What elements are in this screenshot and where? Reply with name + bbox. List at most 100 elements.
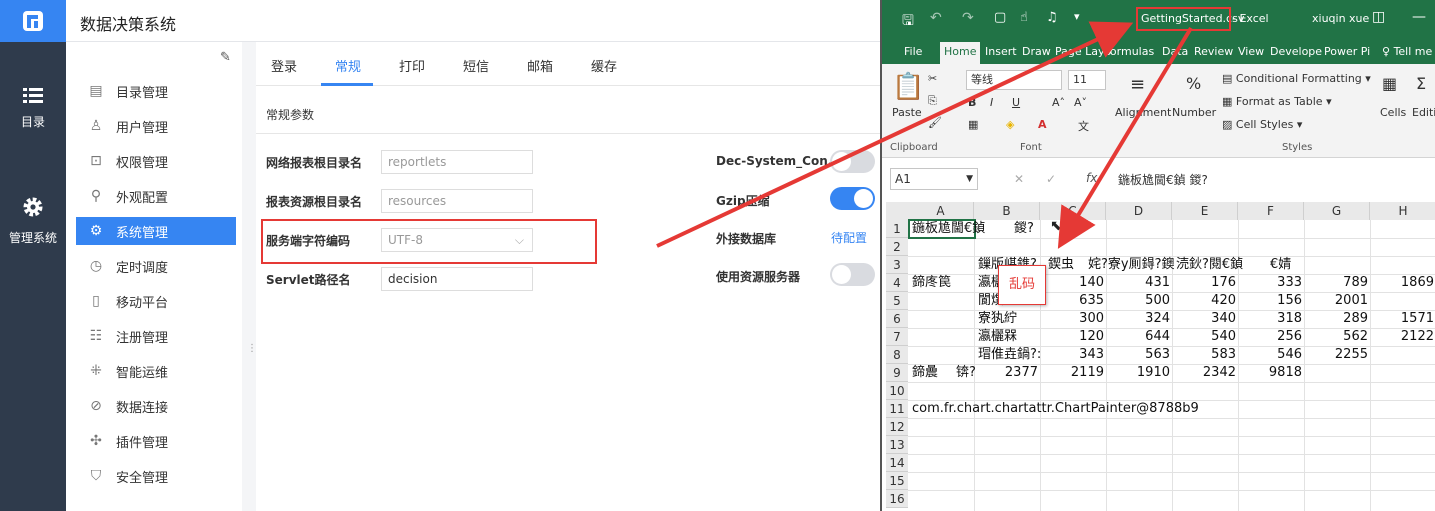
report-root-input[interactable]: reportlets bbox=[381, 150, 533, 174]
column-header[interactable]: E bbox=[1172, 202, 1238, 220]
cell-B5[interactable]: 閬熼 bbox=[978, 292, 1004, 310]
column-header[interactable]: F bbox=[1238, 202, 1304, 220]
ribbon-tab-insert[interactable]: Insert bbox=[985, 45, 1017, 58]
paste-icon[interactable]: 📋 bbox=[892, 72, 924, 102]
redo-icon[interactable]: ↷ bbox=[962, 10, 974, 26]
servlet-path-input[interactable]: decision bbox=[381, 267, 533, 291]
ribbon-tab-draw[interactable]: Draw bbox=[1022, 45, 1051, 58]
cells-button[interactable]: Cells bbox=[1380, 106, 1406, 119]
sidebar-item-mobile[interactable]: ▯ 移动平台 bbox=[76, 287, 236, 315]
cell-D4[interactable]: 431 bbox=[1106, 274, 1170, 292]
cell-E4[interactable]: 176 bbox=[1172, 274, 1236, 292]
cancel-icon[interactable]: ✕ bbox=[1014, 172, 1024, 186]
column-header[interactable]: D bbox=[1106, 202, 1172, 220]
number-button[interactable]: Number bbox=[1172, 106, 1216, 119]
cell-F9[interactable]: 9818 bbox=[1238, 364, 1302, 382]
cell-G5[interactable]: 2001 bbox=[1304, 292, 1368, 310]
sidebar-item-permissions[interactable]: ⊡ 权限管理 bbox=[76, 147, 236, 175]
external-db-configure-link[interactable]: 待配置 bbox=[831, 229, 867, 246]
tab-cache[interactable]: 缓存 bbox=[591, 56, 617, 75]
editing-button[interactable]: Editi bbox=[1412, 106, 1435, 119]
paste-button[interactable]: Paste bbox=[892, 106, 922, 119]
tab-login[interactable]: 登录 bbox=[271, 56, 297, 75]
format-painter-icon[interactable]: 🖌 bbox=[928, 116, 942, 129]
italic-icon[interactable]: I bbox=[990, 96, 993, 109]
cell-F4[interactable]: 333 bbox=[1238, 274, 1302, 292]
row-header[interactable]: 4 bbox=[886, 274, 908, 292]
cell-C7[interactable]: 120 bbox=[1040, 328, 1104, 346]
cell-B9[interactable]: 2377 bbox=[974, 364, 1038, 382]
cell-A1[interactable]: 鍦板尯閫€鍞 bbox=[912, 220, 985, 238]
cell-H4[interactable]: 1869 bbox=[1370, 274, 1434, 292]
cell-A4[interactable]: 鍗庝笢 bbox=[912, 274, 951, 292]
sidebar-item-system[interactable]: ⚙ 系统管理 bbox=[76, 217, 236, 245]
cell-styles-button[interactable]: ▨ Cell Styles ▾ bbox=[1222, 118, 1302, 131]
bold-icon[interactable]: B bbox=[968, 96, 976, 109]
minimize-icon[interactable]: — bbox=[1412, 9, 1426, 25]
sidebar-item-data-connection[interactable]: ⊘ 数据连接 bbox=[76, 392, 236, 420]
rail-item-management[interactable]: 管理系统 bbox=[0, 196, 66, 246]
increase-font-icon[interactable]: A˄ bbox=[1052, 96, 1065, 109]
cell-E7[interactable]: 540 bbox=[1172, 328, 1236, 346]
cell-B3[interactable]: 鏁版嵁鐎? bbox=[978, 256, 1037, 274]
cell-B4[interactable]: 瀛欐 bbox=[978, 274, 1004, 292]
ribbon-tab-home[interactable]: Home bbox=[940, 42, 981, 64]
row-header[interactable]: 3 bbox=[886, 256, 908, 274]
resource-server-toggle[interactable] bbox=[830, 263, 875, 286]
sidebar-item-register[interactable]: ☷ 注册管理 bbox=[76, 322, 236, 350]
ribbon-tab-data[interactable]: Data bbox=[1162, 45, 1188, 58]
touch-mode-icon[interactable]: ☝ bbox=[1020, 10, 1028, 25]
cells-icon[interactable]: ▦ bbox=[1382, 74, 1397, 93]
app-logo[interactable] bbox=[0, 0, 66, 42]
fill-color-icon[interactable]: ◈ bbox=[1006, 118, 1014, 131]
sidebar-item-security[interactable]: ⛉ 安全管理 bbox=[76, 462, 236, 490]
cell-E9[interactable]: 2342 bbox=[1172, 364, 1236, 382]
ribbon-tab-developer[interactable]: Develope bbox=[1270, 45, 1322, 58]
pin-icon[interactable]: ✎ bbox=[220, 50, 231, 65]
cell-E8[interactable]: 583 bbox=[1172, 346, 1236, 364]
row-header[interactable]: 10 bbox=[886, 382, 908, 400]
cell-C3[interactable]: 鍥虫 bbox=[1048, 256, 1074, 274]
phonetic-icon[interactable]: 文 bbox=[1078, 118, 1089, 134]
formula-input[interactable]: 鍦板尯閫€鍞 鍐? bbox=[1118, 171, 1208, 188]
format-as-table-button[interactable]: ▦ Format as Table ▾ bbox=[1222, 95, 1332, 108]
decrease-font-icon[interactable]: A˅ bbox=[1074, 96, 1087, 109]
ribbon-tab-review[interactable]: Review bbox=[1194, 45, 1233, 58]
cell-B7[interactable]: 瀛欐槑 bbox=[978, 328, 1017, 346]
ribbon-tab-tell-me[interactable]: ♀ Tell me bbox=[1382, 45, 1432, 58]
alignment-button[interactable]: Alignment bbox=[1115, 106, 1171, 119]
cell-C5[interactable]: 635 bbox=[1040, 292, 1104, 310]
column-header[interactable]: H bbox=[1370, 202, 1435, 220]
column-header[interactable]: B bbox=[974, 202, 1040, 220]
cell-D5[interactable]: 500 bbox=[1106, 292, 1170, 310]
cell-E6[interactable]: 340 bbox=[1172, 310, 1236, 328]
cell-F5[interactable]: 156 bbox=[1238, 292, 1302, 310]
cell-B6[interactable]: 寮犱紵 bbox=[978, 310, 1017, 328]
row-header[interactable]: 6 bbox=[886, 310, 908, 328]
cell-C6[interactable]: 300 bbox=[1040, 310, 1104, 328]
conditional-formatting-button[interactable]: ▤ Conditional Formatting ▾ bbox=[1222, 72, 1371, 85]
row-header[interactable]: 12 bbox=[886, 418, 908, 436]
font-color-icon[interactable]: A bbox=[1038, 118, 1047, 131]
dec-system-toggle[interactable] bbox=[830, 150, 875, 173]
cell-C9[interactable]: 2119 bbox=[1040, 364, 1104, 382]
copy-icon[interactable]: ⎘ bbox=[928, 94, 937, 108]
row-header[interactable]: 13 bbox=[886, 436, 908, 454]
ribbon-display-icon[interactable]: ◫ bbox=[1372, 9, 1385, 25]
ribbon-tab-formulas[interactable]: Formulas bbox=[1104, 45, 1154, 58]
cell-C4[interactable]: 140 bbox=[1040, 274, 1104, 292]
fx-icon[interactable]: fx bbox=[1086, 171, 1097, 185]
underline-icon[interactable]: U bbox=[1012, 96, 1020, 109]
tab-print[interactable]: 打印 bbox=[399, 56, 425, 75]
cell-H6[interactable]: 1571 bbox=[1370, 310, 1434, 328]
cell-D8[interactable]: 563 bbox=[1106, 346, 1170, 364]
customize-qat-icon[interactable]: ▾ bbox=[1074, 10, 1080, 23]
cell-G7[interactable]: 562 bbox=[1304, 328, 1368, 346]
user-name[interactable]: xiuqin xue bbox=[1312, 12, 1369, 25]
resource-root-input[interactable]: resources bbox=[381, 189, 533, 213]
sidebar-item-plugins[interactable]: ✣ 插件管理 bbox=[76, 427, 236, 455]
row-header[interactable]: 7 bbox=[886, 328, 908, 346]
cell-D7[interactable]: 644 bbox=[1106, 328, 1170, 346]
cell-E5[interactable]: 420 bbox=[1172, 292, 1236, 310]
row-header[interactable]: 2 bbox=[886, 238, 908, 256]
